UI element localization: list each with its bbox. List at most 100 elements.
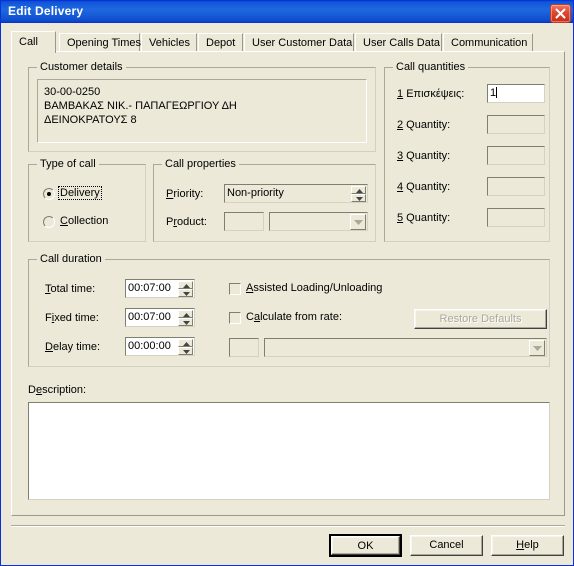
priority-label: Priority: bbox=[166, 188, 204, 200]
edit-delivery-dialog: Edit Delivery Call Opening Times Vehicle… bbox=[0, 0, 574, 566]
tab-opening-times[interactable]: Opening Times bbox=[59, 33, 141, 52]
priority-spinner[interactable] bbox=[351, 186, 366, 202]
tab-user-customer-data[interactable]: User Customer Data bbox=[244, 33, 354, 52]
assisted-loading-checkbox[interactable] bbox=[229, 283, 241, 295]
total-time-spin-down[interactable] bbox=[178, 289, 193, 297]
total-time-spinner[interactable] bbox=[178, 281, 193, 297]
window-title: Edit Delivery bbox=[8, 4, 84, 18]
restore-defaults-button[interactable]: Restore Defaults bbox=[414, 309, 547, 329]
fixed-time-input[interactable]: 00:07:00 bbox=[125, 308, 195, 327]
quantity-1-label: 1 Επισκέψεις: bbox=[397, 88, 465, 100]
assisted-loading-label: Assisted Loading/Unloading bbox=[246, 282, 383, 294]
ok-button[interactable]: OK bbox=[329, 534, 402, 557]
type-of-call-group: Type of call Delivery Collection bbox=[28, 158, 146, 242]
quantity-5-label: 5 Quantity: bbox=[397, 212, 451, 224]
priority-spin-up[interactable] bbox=[351, 186, 366, 194]
assisted-loading-checkbox-row[interactable]: Assisted Loading/Unloading bbox=[229, 282, 409, 296]
call-properties-group: Call properties Priority: Non-priority P… bbox=[153, 158, 376, 242]
help-button[interactable]: Help bbox=[491, 535, 564, 556]
chevron-up-icon bbox=[183, 284, 190, 288]
tab-label: Vehicles bbox=[149, 37, 190, 49]
customer-code: 30-00-0250 bbox=[44, 86, 101, 98]
customer-name: ΒΑΜΒΑΚΑΣ ΝΙΚ.- ΠΑΠΑΓΕΩΡΓΙΟΥ ΔΗ bbox=[44, 100, 237, 112]
title-bar[interactable]: Edit Delivery bbox=[1, 1, 573, 23]
delay-time-spin-down[interactable] bbox=[178, 347, 193, 355]
chevron-down-icon bbox=[533, 346, 542, 351]
chevron-down-icon bbox=[183, 321, 190, 325]
tab-vehicles[interactable]: Vehicles bbox=[141, 33, 197, 52]
customer-details-box: 30-00-0250 ΒΑΜΒΑΚΑΣ ΝΙΚ.- ΠΑΠΑΓΕΩΡΓΙΟΥ Δ… bbox=[37, 79, 367, 143]
rate-code-input[interactable] bbox=[229, 338, 259, 357]
close-icon bbox=[555, 8, 566, 19]
group-caption: Call duration bbox=[37, 253, 105, 265]
priority-combo[interactable]: Non-priority bbox=[224, 184, 368, 203]
delay-time-input[interactable]: 00:00:00 bbox=[125, 337, 195, 356]
radio-delivery-label: Delivery bbox=[58, 186, 102, 200]
tab-call[interactable]: Call bbox=[11, 31, 56, 53]
total-time-value: 00:07:00 bbox=[128, 282, 171, 294]
radio-collection-indicator bbox=[43, 216, 55, 228]
customer-details-group: Customer details 30-00-0250 ΒΑΜΒΑΚΑΣ ΝΙΚ… bbox=[28, 61, 376, 152]
chevron-down-icon bbox=[183, 350, 190, 354]
priority-spin-down[interactable] bbox=[351, 194, 366, 202]
tab-label: User Calls Data bbox=[363, 37, 441, 49]
call-quantities-group: Call quantities 1 Επισκέψεις: 1 2 Quanti… bbox=[384, 61, 550, 242]
text-caret bbox=[496, 87, 498, 98]
radio-collection-label: Collection bbox=[60, 215, 109, 227]
product-code-input[interactable] bbox=[224, 212, 264, 231]
cancel-button[interactable]: Cancel bbox=[410, 535, 483, 556]
rate-combo[interactable] bbox=[264, 338, 547, 357]
quantity-4-input[interactable] bbox=[487, 177, 545, 196]
fixed-time-spinner[interactable] bbox=[178, 310, 193, 326]
total-time-spin-up[interactable] bbox=[178, 281, 193, 289]
total-time-input[interactable]: 00:07:00 bbox=[125, 279, 195, 298]
group-caption: Type of call bbox=[37, 158, 99, 170]
radio-delivery[interactable]: Delivery bbox=[43, 186, 133, 201]
tab-label: Communication bbox=[451, 37, 528, 49]
quantity-2-input[interactable] bbox=[487, 115, 545, 134]
quantity-2-label: 2 Quantity: bbox=[397, 119, 451, 131]
tab-label: User Customer Data bbox=[252, 37, 353, 49]
fixed-time-spin-up[interactable] bbox=[178, 310, 193, 318]
chevron-up-icon bbox=[356, 189, 363, 193]
product-dropdown-button[interactable] bbox=[350, 214, 366, 230]
call-duration-group: Call duration Total time: 00:07:00 Fixed… bbox=[28, 253, 550, 367]
ok-label: OK bbox=[331, 536, 400, 555]
fixed-time-spin-down[interactable] bbox=[178, 318, 193, 326]
delay-time-value: 00:00:00 bbox=[128, 340, 171, 352]
chevron-up-icon bbox=[183, 313, 190, 317]
group-caption: Call quantities bbox=[393, 61, 469, 73]
product-combo[interactable] bbox=[269, 212, 368, 231]
delay-time-spinner[interactable] bbox=[178, 339, 193, 355]
quantity-4-label: 4 Quantity: bbox=[397, 181, 451, 193]
quantity-5-input[interactable] bbox=[487, 208, 545, 227]
tab-communication[interactable]: Communication bbox=[443, 33, 533, 52]
group-caption: Customer details bbox=[37, 61, 126, 73]
calculate-from-rate-checkbox-row[interactable]: Calculate from rate: bbox=[229, 311, 389, 325]
chevron-down-icon bbox=[354, 220, 363, 225]
product-label: Product: bbox=[166, 216, 207, 228]
delay-time-label: Delay time: bbox=[45, 341, 101, 353]
quantity-3-input[interactable] bbox=[487, 146, 545, 165]
calculate-from-rate-checkbox[interactable] bbox=[229, 312, 241, 324]
tab-page-call: Customer details 30-00-0250 ΒΑΜΒΑΚΑΣ ΝΙΚ… bbox=[11, 51, 565, 516]
footer-separator bbox=[11, 525, 565, 527]
radio-delivery-indicator bbox=[43, 188, 55, 200]
description-textarea[interactable] bbox=[28, 402, 550, 500]
group-caption: Call properties bbox=[162, 158, 239, 170]
customer-address: ΔΕΙΝΟΚΡΑΤΟΥΣ 8 bbox=[44, 114, 137, 126]
calculate-from-rate-label: Calculate from rate: bbox=[246, 311, 342, 323]
quantity-3-label: 3 Quantity: bbox=[397, 150, 451, 162]
close-button[interactable] bbox=[550, 4, 571, 23]
radio-collection[interactable]: Collection bbox=[43, 215, 133, 229]
chevron-down-icon bbox=[183, 292, 190, 296]
tab-user-calls-data[interactable]: User Calls Data bbox=[355, 33, 442, 52]
quantity-1-input[interactable]: 1 bbox=[487, 84, 545, 103]
tab-label: Call bbox=[19, 36, 38, 48]
rate-dropdown-button[interactable] bbox=[529, 340, 545, 356]
fixed-time-label: Fixed time: bbox=[45, 312, 99, 324]
priority-value: Non-priority bbox=[227, 187, 284, 199]
tab-depot[interactable]: Depot bbox=[198, 33, 243, 52]
delay-time-spin-up[interactable] bbox=[178, 339, 193, 347]
restore-defaults-label: Restore Defaults bbox=[439, 313, 522, 325]
